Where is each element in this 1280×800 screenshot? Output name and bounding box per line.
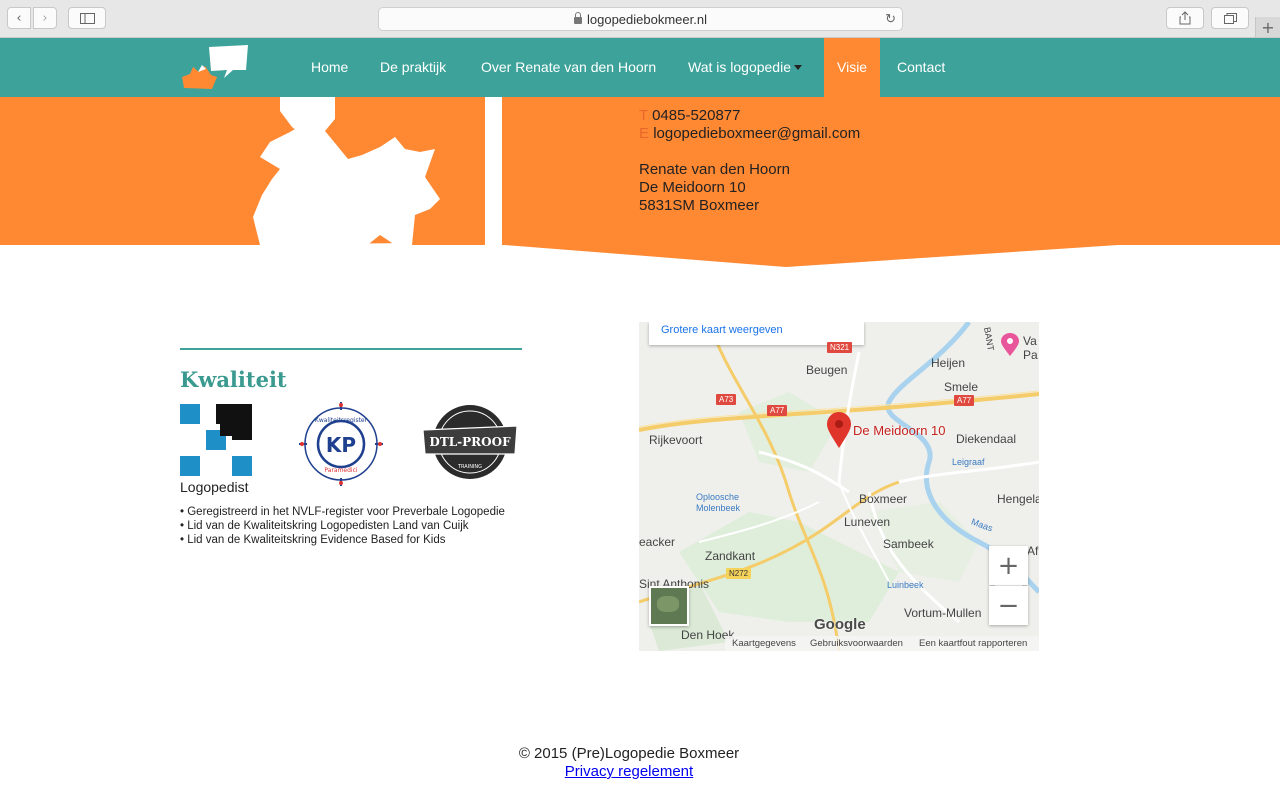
sidebar-icon — [79, 12, 95, 24]
forward-button[interactable]: › — [33, 7, 57, 29]
nav-contact[interactable]: Contact — [897, 38, 945, 97]
dropdown-caret-icon — [793, 65, 802, 70]
map-place: Af — [1027, 544, 1039, 558]
share-button[interactable] — [1166, 7, 1204, 29]
kp-text: KP — [326, 433, 356, 457]
location-pin-icon[interactable] — [826, 411, 852, 449]
report-error-link[interactable]: Een kaartfout rapporteren — [919, 636, 1027, 651]
contact-block: T 0485-520877 E logopedieboxmeer@gmail.c… — [639, 107, 860, 215]
map-place: Smele — [944, 380, 979, 394]
pin-label: De Meidoorn 10 — [853, 423, 946, 438]
privacy-link[interactable]: Privacy regelement — [565, 763, 693, 780]
zoom-out-button[interactable]: − — [989, 586, 1028, 625]
minus-icon: − — [997, 590, 1020, 621]
satellite-toggle[interactable] — [649, 586, 689, 626]
map-data-link[interactable]: Kaartgegevens — [732, 636, 796, 651]
map-place: Oploosche — [696, 492, 740, 502]
tabs-button[interactable] — [1211, 7, 1249, 29]
kp-ring-top: Kwaliteitsregister — [315, 417, 368, 424]
list-item: • Geregistreerd in het NVLF-register voo… — [180, 506, 505, 518]
new-tab-button[interactable]: + — [1255, 17, 1280, 37]
logopedist-logo — [180, 404, 252, 476]
map-place: Luneven — [844, 515, 891, 529]
road-badge: A73 — [716, 394, 737, 405]
quality-list: • Geregistreerd in het NVLF-register voo… — [180, 505, 505, 547]
dtl-proof-logo: DTL-PROOF TRAINING — [422, 405, 518, 479]
contact-street: De Meidoorn 10 — [639, 179, 746, 196]
list-item: • Lid van de Kwaliteitskring Logopediste… — [180, 520, 469, 532]
nav-over-renate[interactable]: Over Renate van den Hoorn — [481, 38, 656, 97]
map-place: Va — [1023, 334, 1037, 348]
map-place: Diekendaal — [956, 432, 1017, 446]
map-place: Leigraaf — [952, 457, 985, 467]
map-place: Rijkevoort — [649, 433, 703, 447]
tabs-icon — [1223, 12, 1237, 24]
dtl-text: DTL-PROOF — [429, 435, 511, 449]
nav-visie[interactable]: Visie — [824, 38, 881, 97]
road-badge: A77 — [954, 395, 975, 406]
nav-home[interactable]: Home — [311, 38, 348, 97]
site-logo[interactable] — [180, 44, 250, 92]
back-button[interactable]: ‹ — [7, 7, 31, 29]
browser-toolbar: ‹ › logopediebokmeer.nl ↻ + — [0, 0, 1280, 38]
satellite-thumbnail — [657, 596, 679, 612]
plus-icon: + — [997, 550, 1020, 581]
nav-de-praktijk[interactable]: De praktijk — [380, 38, 446, 97]
map-embed[interactable]: Grotere kaart weergeven N321 A73 A77 A77… — [639, 322, 1039, 651]
map-place: Vortum-Mullen — [904, 606, 982, 620]
phone-label: T — [639, 107, 648, 124]
map-attribution: Kaartgegevens Gebruiksvoorwaarden Een ka… — [725, 636, 1039, 651]
quality-title: Kwaliteit — [180, 367, 287, 392]
map-place: Zandkant — [705, 549, 756, 563]
address-bar[interactable]: logopediebokmeer.nl ↻ — [378, 7, 903, 31]
map-place: Molenbeek — [696, 503, 741, 513]
main-nav: Home De praktijk Over Renate van den Hoo… — [0, 38, 1280, 97]
road-badge: N321 — [827, 342, 853, 353]
kp-ring-bottom: Paramedici — [324, 467, 357, 474]
map-place: Boxmeer — [859, 492, 908, 506]
sidebar-button[interactable] — [68, 7, 106, 29]
nav-wat-is-logopedie-label: Wat is logopedie — [688, 59, 791, 75]
email-address[interactable]: logopedieboxmeer@gmail.com — [653, 125, 860, 142]
phone-line: T 0485-520877 — [639, 107, 860, 125]
chevron-left-icon: ‹ — [16, 10, 22, 26]
map-place: Beugen — [806, 363, 848, 377]
contact-city: 5831SM Boxmeer — [639, 197, 760, 214]
map-place: Heijen — [931, 356, 966, 370]
map-place: eacker — [639, 535, 676, 549]
section-divider — [180, 348, 522, 350]
share-icon — [1179, 11, 1191, 25]
map-place: Pa — [1023, 348, 1038, 362]
plus-icon: + — [1261, 17, 1275, 37]
google-logo: Google — [814, 616, 866, 633]
map-place: Sambeek — [883, 537, 934, 551]
list-item: • Lid van de Kwaliteitskring Evidence Ba… — [180, 534, 446, 546]
url-text: logopediebokmeer.nl — [587, 11, 707, 27]
lock-icon — [574, 11, 582, 24]
email-label: E — [639, 125, 650, 142]
kp-logo: KP Kwaliteitsregister Paramedici — [299, 402, 383, 486]
road-badge: N272 — [726, 568, 752, 579]
reload-icon[interactable]: ↻ — [885, 11, 896, 27]
contact-name: Renate van den Hoorn — [639, 161, 790, 178]
zoom-in-button[interactable]: + — [989, 546, 1028, 585]
email-line: E logopedieboxmeer@gmail.com — [639, 125, 860, 143]
logopedist-label: Logopedist — [180, 479, 249, 495]
privacy-line: Privacy regelement — [0, 763, 1258, 780]
dtl-sub: TRAINING — [457, 464, 482, 470]
poi-icon — [1001, 333, 1019, 356]
road-badge: A77 — [767, 405, 788, 416]
nav-wat-is-logopedie[interactable]: Wat is logopedie — [688, 38, 802, 97]
phone-number[interactable]: 0485-520877 — [652, 107, 740, 124]
chevron-right-icon: › — [42, 10, 48, 26]
map-place: Hengela — [997, 492, 1039, 506]
copyright-text: © 2015 (Pre)Logopedie Boxmeer — [518, 745, 740, 762]
map-place: Luinbeek — [887, 580, 924, 590]
terms-link[interactable]: Gebruiksvoorwaarden — [810, 636, 903, 651]
